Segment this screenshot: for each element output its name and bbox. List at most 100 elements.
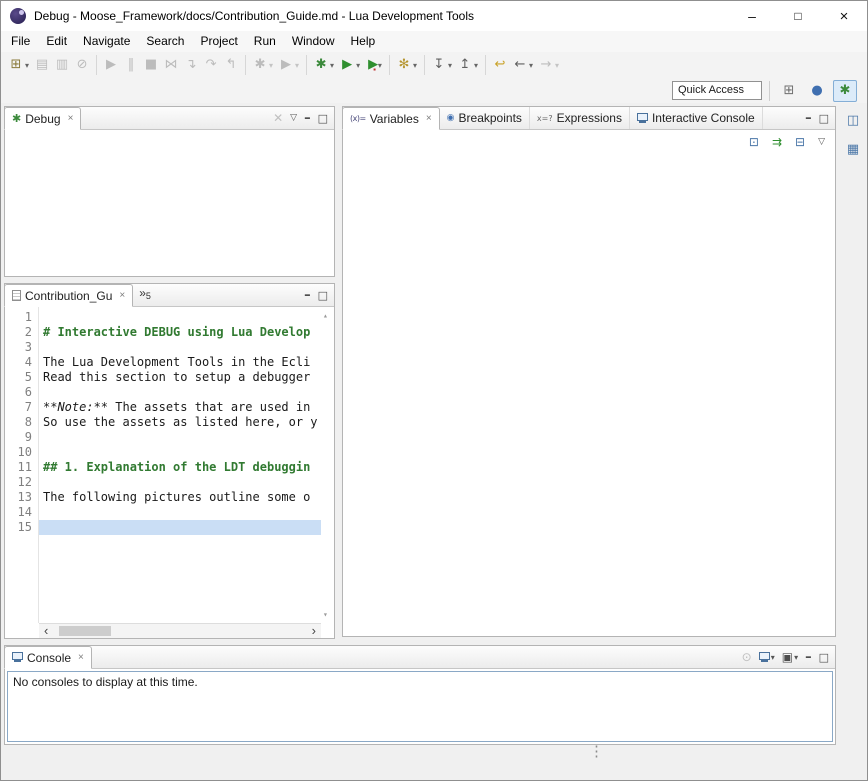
- console-open-console[interactable]: ▣▾: [780, 647, 800, 667]
- search-dropdown-icon[interactable]: ▾: [413, 61, 417, 70]
- external-tools-button[interactable]: ▶▪▾: [364, 54, 384, 76]
- tab-expressions[interactable]: x=?Expressions: [530, 107, 630, 129]
- debug-button[interactable]: ✱▾: [312, 54, 336, 76]
- scroll-up-icon[interactable]: ▴: [323, 308, 328, 323]
- close-icon[interactable]: ×: [78, 652, 84, 663]
- variables-minimize[interactable]: –: [803, 108, 814, 128]
- run-button[interactable]: ▶▾: [338, 54, 362, 76]
- menu-project[interactable]: Project: [192, 31, 245, 52]
- save-all-button[interactable]: ▥: [53, 54, 71, 76]
- back-button[interactable]: ←▾: [511, 54, 535, 76]
- console-maximize[interactable]: □: [817, 647, 831, 667]
- scroll-down-icon[interactable]: ▾: [323, 607, 328, 622]
- scroll-right-icon[interactable]: ›: [312, 624, 316, 638]
- editor-minimize[interactable]: –: [302, 285, 313, 305]
- code-line: [39, 445, 321, 460]
- display-selected-console-dropdown-icon[interactable]: ▾: [771, 653, 775, 662]
- console-minimize[interactable]: –: [803, 647, 814, 667]
- forward-dropdown-icon[interactable]: ▾: [555, 61, 559, 70]
- save-button[interactable]: ▤: [33, 54, 51, 76]
- debug-dropdown-icon[interactable]: ▾: [330, 61, 334, 70]
- horizontal-sash-console[interactable]: [4, 639, 836, 645]
- menu-file[interactable]: File: [3, 31, 38, 52]
- perspective-bar: Quick Access ⊞●✱: [1, 78, 867, 103]
- editor-tools: –□: [302, 284, 334, 306]
- suspend-button[interactable]: ‖: [122, 54, 140, 76]
- menu-window[interactable]: Window: [284, 31, 343, 52]
- step-into-button[interactable]: ↴: [182, 54, 200, 76]
- search-button[interactable]: ✻▾: [395, 54, 419, 76]
- open-perspective-button[interactable]: ⊞: [777, 80, 801, 102]
- horizontal-sash-left[interactable]: [4, 277, 335, 283]
- remove-all-terminated-icon: ✕: [273, 111, 283, 125]
- next-annotation-button[interactable]: ↧▾: [430, 54, 454, 76]
- console-display-selected-console[interactable]: ▾: [757, 647, 777, 667]
- tab-contribution-guide[interactable]: Contribution_Gu ×: [4, 284, 133, 307]
- bottom-sash-grip[interactable]: ⋮: [589, 748, 602, 756]
- editor-maximize[interactable]: □: [316, 285, 330, 305]
- close-icon[interactable]: ×: [119, 290, 125, 301]
- new-button[interactable]: ⊞▾: [7, 54, 31, 76]
- debug-history-button[interactable]: ✱▾: [251, 54, 275, 76]
- quick-access-input[interactable]: Quick Access: [672, 81, 762, 100]
- step-return-button[interactable]: ↰: [222, 54, 240, 76]
- debug-history-dropdown-icon[interactable]: ▾: [269, 61, 273, 70]
- perspective-button-debug[interactable]: ✱: [833, 80, 857, 102]
- last-edit-location-button[interactable]: ↩: [491, 54, 509, 76]
- menu-navigate[interactable]: Navigate: [75, 31, 138, 52]
- editor-overview-ruler[interactable]: ▴ ▾: [321, 307, 334, 623]
- console-pin-console[interactable]: ⊙: [740, 647, 754, 667]
- previous-annotation-button[interactable]: ↥▾: [456, 54, 480, 76]
- menu-search[interactable]: Search: [138, 31, 192, 52]
- forward-button[interactable]: →▾: [537, 54, 561, 76]
- debug-maximize[interactable]: □: [316, 108, 330, 128]
- next-annotation-dropdown-icon[interactable]: ▾: [448, 61, 452, 70]
- perspective-button-ldt[interactable]: ●: [805, 80, 829, 102]
- variables-maximize[interactable]: □: [817, 108, 831, 128]
- previous-annotation-dropdown-icon[interactable]: ▾: [474, 61, 478, 70]
- tab-interactive-console[interactable]: Interactive Console: [630, 107, 763, 129]
- run-dropdown-icon[interactable]: ▾: [356, 61, 360, 70]
- variables-view-menu[interactable]: ▽: [816, 132, 827, 152]
- variables-collapse-all[interactable]: ⊟: [793, 132, 807, 152]
- scroll-left-icon[interactable]: ‹: [44, 624, 48, 638]
- close-window-button[interactable]: ×: [821, 1, 867, 31]
- editor-content: 123456789101112131415 # Interactive DEBU…: [5, 307, 334, 623]
- disconnect-button[interactable]: ⋈: [162, 54, 180, 76]
- menu-run[interactable]: Run: [246, 31, 284, 52]
- tab-console[interactable]: Console ×: [4, 646, 92, 669]
- menu-edit[interactable]: Edit: [38, 31, 75, 52]
- tab-debug[interactable]: ✱ Debug ×: [4, 107, 81, 130]
- vertical-sash[interactable]: [335, 106, 342, 637]
- skip-all-breakpoints-button[interactable]: ⊘: [73, 54, 91, 76]
- tab-variables[interactable]: (x)=Variables×: [342, 107, 440, 130]
- open-console-dropdown-icon[interactable]: ▾: [794, 653, 798, 662]
- back-dropdown-icon[interactable]: ▾: [529, 61, 533, 70]
- new-dropdown-icon[interactable]: ▾: [25, 61, 29, 70]
- collapse-all-icon: ⊟: [795, 135, 805, 149]
- debug-minimize[interactable]: –: [302, 108, 313, 128]
- variables-view-tabrow: (x)=Variables×◉Breakpointsx=?Expressions…: [343, 107, 835, 130]
- editor-tab-overflow-chevron[interactable]: » 5: [133, 284, 157, 306]
- variables-show-type-names[interactable]: ⊡: [747, 132, 761, 152]
- menu-help[interactable]: Help: [343, 31, 384, 52]
- run-history-button[interactable]: ▶▾: [277, 54, 301, 76]
- debug-remove-all-terminated[interactable]: ✕: [271, 108, 285, 128]
- variables-show-logical-structures[interactable]: ⇉: [770, 132, 784, 152]
- resume-button[interactable]: ▶: [102, 54, 120, 76]
- close-icon[interactable]: ×: [426, 113, 432, 124]
- terminate-button[interactable]: ■: [142, 54, 160, 76]
- minimize-window-button[interactable]: –: [729, 1, 775, 31]
- editor-horizontal-scrollbar[interactable]: ‹ ›: [39, 623, 321, 638]
- debug-view-menu[interactable]: ▽: [288, 108, 299, 128]
- maximize-window-button[interactable]: □: [775, 1, 821, 31]
- step-over-button[interactable]: ↷: [202, 54, 220, 76]
- editor-code[interactable]: # Interactive DEBUG using Lua DevelopThe…: [39, 307, 321, 623]
- tab-breakpoints[interactable]: ◉Breakpoints: [440, 107, 530, 129]
- close-icon[interactable]: ×: [68, 113, 74, 124]
- code-line: The following pictures outline some o: [39, 490, 321, 505]
- run-history-dropdown-icon[interactable]: ▾: [295, 61, 299, 70]
- scrollbar-thumb[interactable]: [59, 626, 111, 636]
- restore-minimized-view[interactable]: ◫: [843, 110, 863, 130]
- minimized-view-thumbnail[interactable]: ▦: [843, 139, 863, 159]
